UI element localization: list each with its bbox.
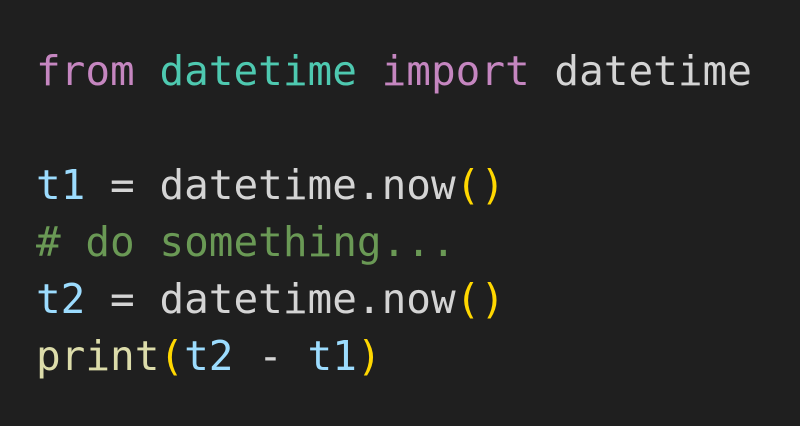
function-print: print: [36, 332, 160, 380]
code-line-2-empty: [36, 100, 800, 157]
code-line-5: t2 = datetime.now(): [36, 271, 800, 328]
call-parens: (): [455, 275, 506, 323]
imported-name: datetime: [554, 47, 752, 95]
code-line-1: from datetime import datetime: [36, 43, 800, 100]
keyword-import: import: [381, 47, 530, 95]
keyword-from: from: [36, 47, 135, 95]
call-expression: datetime.now: [159, 161, 456, 209]
module-name: datetime: [159, 47, 357, 95]
assign-operator: =: [85, 161, 160, 209]
code-line-6: print(t2 - t1): [36, 328, 800, 385]
minus-operator: -: [233, 332, 308, 380]
variable-t1: t1: [36, 161, 86, 209]
code-line-4: # do something...: [36, 214, 800, 271]
open-paren: (: [159, 332, 185, 380]
close-paren: ): [356, 332, 382, 380]
code-line-3: t1 = datetime.now(): [36, 157, 800, 214]
call-parens: (): [455, 161, 506, 209]
argument-t2: t2: [184, 332, 234, 380]
argument-t1: t1: [307, 332, 357, 380]
code-editor[interactable]: from datetime import datetime t1 = datet…: [0, 0, 800, 426]
variable-t2: t2: [36, 275, 86, 323]
call-expression: datetime.now: [159, 275, 456, 323]
comment: # do something...: [36, 218, 456, 266]
assign-operator: =: [85, 275, 160, 323]
